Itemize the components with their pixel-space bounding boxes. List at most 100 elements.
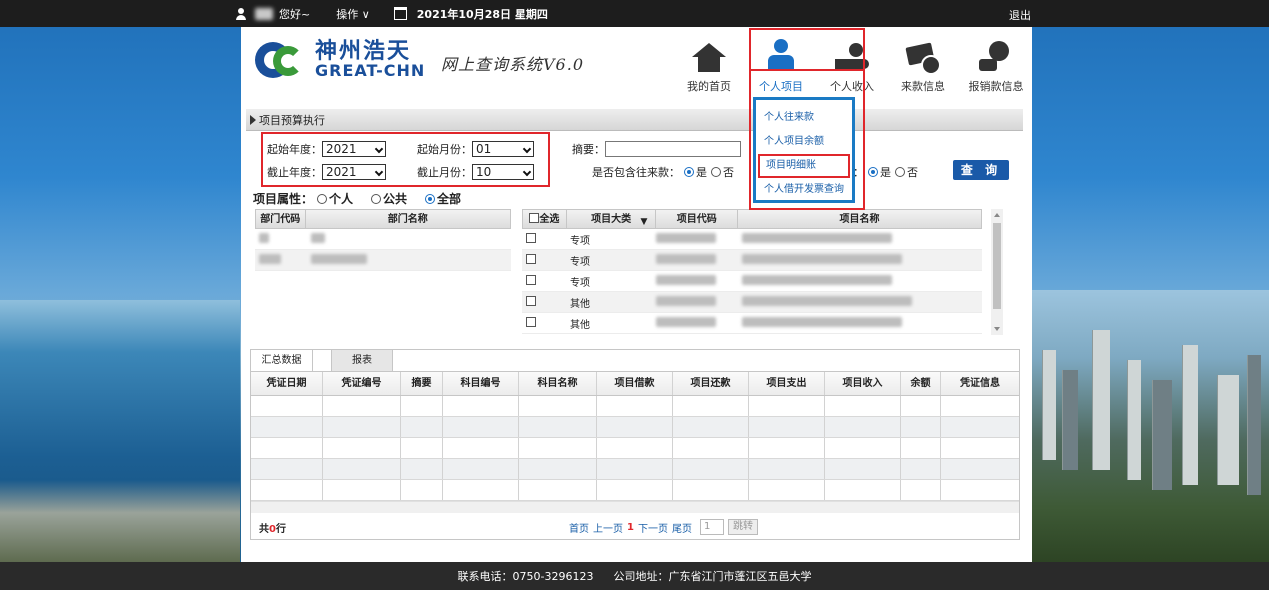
include-no-radio[interactable] (711, 167, 721, 177)
attr-label: 项目属性： (253, 192, 314, 206)
row-checkbox[interactable] (526, 254, 536, 264)
table-row[interactable]: 专项 (522, 271, 982, 292)
username-redacted (255, 7, 273, 20)
home-icon (692, 43, 726, 73)
department-table: 部门代码 部门名称 (255, 209, 511, 271)
attr-personal-radio[interactable] (317, 193, 328, 204)
table-row[interactable] (251, 480, 1019, 501)
col-balance: 余额 (901, 372, 941, 395)
project-code-header: 项目代码 (656, 210, 739, 228)
col-project-repay: 项目还款 (673, 372, 749, 395)
col-summary: 摘要 (401, 372, 443, 395)
operations-menu[interactable]: 操作 ∨ (336, 6, 370, 22)
project-table-scrollbar[interactable] (991, 209, 1003, 335)
start-year-select[interactable]: 2021 (322, 141, 386, 157)
nav-reimbursement-info[interactable]: 报销款信息 (963, 33, 1029, 97)
footer: 联系电话：0750-3296123 公司地址：广东省江门市蓬江区五邑大学 (0, 562, 1269, 590)
menu-item-personal-project-balance[interactable]: 个人项目余额 (756, 130, 852, 154)
nav-home[interactable]: 我的首页 (679, 33, 739, 97)
total-rows: 共0行 (259, 523, 286, 535)
second-yes-radio[interactable] (868, 167, 878, 177)
logout-link[interactable]: 退出 (1009, 7, 1031, 23)
attr-public-radio[interactable] (371, 193, 382, 204)
summary-row: 摘要： (572, 141, 741, 157)
second-no-radio[interactable] (895, 167, 905, 177)
end-month-label: 截止月份： (417, 166, 472, 179)
system-title: 网上查询系统V6.0 (441, 55, 585, 74)
start-year-label: 起始年度： (267, 143, 322, 156)
table-row[interactable] (251, 396, 1019, 417)
nav-personal-income-label: 个人收入 (830, 80, 874, 93)
prev-page-link[interactable]: 上一页 (593, 520, 623, 535)
detail-panel: 汇总数据 报表 凭证日期 凭证编号 摘要 科目编号 科目名称 项目借款 项目还款… (250, 349, 1020, 540)
menu-item-personal-invoice-query[interactable]: 个人借开发票查询 (756, 178, 852, 202)
table-row[interactable] (251, 438, 1019, 459)
table-row[interactable] (255, 229, 511, 250)
nav-personal-projects[interactable]: 个人项目 (751, 33, 811, 97)
row-checkbox[interactable] (526, 317, 536, 327)
end-year-label: 截止年度： (267, 166, 322, 179)
first-page-link[interactable]: 首页 (569, 520, 589, 535)
tab-summary-data[interactable]: 汇总数据 (251, 350, 313, 371)
category-header[interactable]: 项目大类 ▼ (567, 210, 657, 228)
table-row[interactable]: 其他 (522, 292, 982, 313)
next-page-link[interactable]: 下一页 (638, 520, 668, 535)
jump-button[interactable]: 跳转 (727, 519, 758, 535)
col-subject-name: 科目名称 (519, 372, 597, 395)
personal-projects-dropdown: 个人往来款 个人项目余额 项目明细账 个人借开发票查询 (753, 97, 855, 203)
include-label: 是否包含往来款： (592, 166, 680, 179)
last-page-link[interactable]: 尾页 (672, 520, 692, 535)
table-row[interactable]: 专项 (522, 250, 982, 271)
menu-item-personal-transactions[interactable]: 个人往来款 (756, 106, 852, 130)
coins-search-icon (979, 41, 1013, 73)
table-row[interactable]: 专项 (522, 229, 982, 250)
table-row[interactable]: 其他 (522, 313, 982, 334)
table-row[interactable] (255, 250, 511, 271)
start-month-select[interactable]: 01 (472, 141, 534, 157)
attr-all-radio[interactable] (425, 193, 436, 204)
table-row[interactable] (251, 417, 1019, 438)
main-panel: 神州浩天 GREAT-CHN 网上查询系统V6.0 我的首页 个人项目 个人收入… (241, 27, 1032, 563)
row-checkbox[interactable] (526, 296, 536, 306)
section-title-bar: 项目预算执行 (246, 109, 1023, 131)
select-all-header[interactable]: 全选 (523, 210, 567, 228)
attr-personal-label: 个人 (329, 192, 354, 206)
category-cell: 其他 (570, 298, 590, 310)
current-page: 1 (627, 521, 634, 533)
nav-personal-income[interactable]: 个人收入 (822, 33, 882, 97)
menu-item-project-ledger[interactable]: 项目明细账 (758, 154, 850, 178)
user-icon (235, 7, 247, 20)
scroll-up-icon[interactable] (994, 213, 1000, 217)
section-title: 项目预算执行 (259, 113, 325, 127)
include-yes-radio[interactable] (684, 167, 694, 177)
include-yes-label: 是 (696, 166, 707, 179)
detail-horizontal-scrollbar[interactable] (251, 501, 1019, 513)
scroll-down-icon[interactable] (994, 327, 1000, 331)
end-year-select[interactable]: 2021 (322, 164, 386, 180)
greeting-text: 您好~ (279, 7, 311, 21)
row-checkbox[interactable] (526, 275, 536, 285)
query-button[interactable]: 查 询 (953, 160, 1009, 180)
background-city (1032, 290, 1269, 562)
current-date: 2021年10月28日 星期四 (416, 7, 548, 21)
col-project-loan: 项目借款 (597, 372, 673, 395)
table-row[interactable] (251, 459, 1019, 480)
select-all-checkbox[interactable] (529, 213, 540, 223)
logo-en-text: GREAT-CHN (315, 61, 426, 80)
col-voucher-info: 凭证信息 (960, 378, 1000, 389)
summary-input[interactable] (605, 141, 741, 157)
end-month-select[interactable]: 10 (472, 164, 534, 180)
row-checkbox[interactable] (526, 233, 536, 243)
col-project-expense: 项目支出 (749, 372, 825, 395)
triangle-right-icon (250, 114, 256, 125)
dept-code-header: 部门代码 (256, 210, 306, 228)
start-month-label: 起始月份： (417, 143, 472, 156)
page-number-input[interactable]: 1 (699, 519, 724, 535)
calendar-icon (393, 7, 407, 20)
category-cell: 专项 (570, 235, 590, 247)
nav-payment-info[interactable]: 来款信息 (893, 33, 953, 97)
tab-report[interactable]: 报表 (331, 350, 393, 371)
category-cell: 专项 (570, 277, 590, 289)
scroll-thumb[interactable] (993, 223, 1001, 309)
nav-reimbursement-info-label: 报销款信息 (968, 80, 1024, 93)
